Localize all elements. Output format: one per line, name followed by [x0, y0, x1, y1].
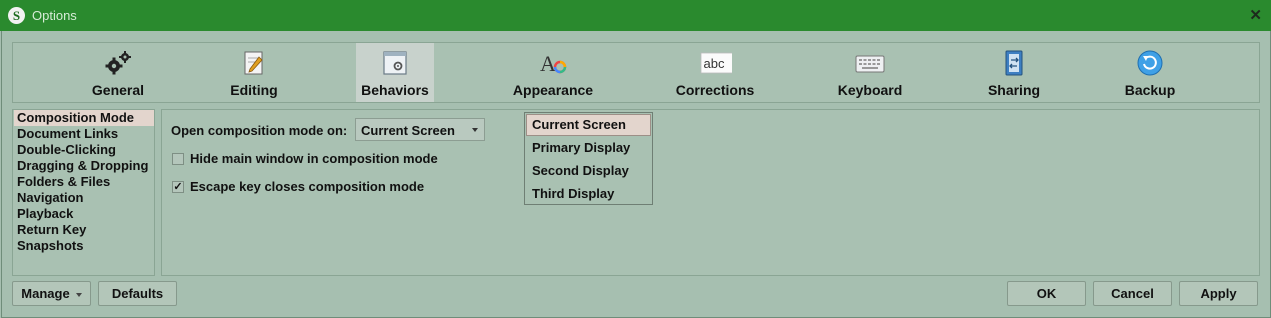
edit-page-icon: [244, 51, 263, 75]
window-gear-icon: [383, 51, 407, 75]
tab-sharing[interactable]: Sharing: [975, 43, 1053, 102]
open-on-dropdown-list: Current Screen Primary Display Second Di…: [524, 112, 653, 205]
abc-spelling-icon: abc: [700, 52, 732, 74]
font-color-icon: A: [540, 51, 567, 76]
tab-label: Keyboard: [837, 82, 903, 98]
svg-text:A: A: [540, 51, 556, 76]
tab-label: General: [91, 82, 145, 98]
tab-label: Corrections: [675, 82, 755, 98]
sidebar-item-navigation[interactable]: Navigation: [14, 190, 154, 206]
dropdown-option-current-screen[interactable]: Current Screen: [526, 114, 651, 136]
close-icon[interactable]: ✕: [1249, 6, 1262, 24]
tab-label: Backup: [1124, 82, 1176, 98]
tab-appearance[interactable]: A Appearance: [509, 43, 597, 102]
tab-label: Editing: [230, 82, 278, 98]
window-title: Options: [32, 8, 77, 23]
dropdown-option-third-display[interactable]: Third Display: [526, 183, 651, 205]
manage-button[interactable]: Manage: [12, 281, 91, 306]
chevron-down-icon: [472, 128, 478, 132]
cancel-button[interactable]: Cancel: [1093, 281, 1172, 306]
apply-button[interactable]: Apply: [1179, 281, 1258, 306]
hide-main-window-checkbox[interactable]: [172, 153, 184, 165]
open-on-value: Current Screen: [361, 123, 455, 138]
open-on-label: Open composition mode on:: [171, 123, 348, 138]
escape-closes-label: Escape key closes composition mode: [190, 179, 425, 194]
ok-button[interactable]: OK: [1007, 281, 1086, 306]
sidebar-item-snapshots[interactable]: Snapshots: [14, 238, 154, 254]
dropdown-option-primary-display[interactable]: Primary Display: [526, 137, 651, 159]
tab-editing[interactable]: Editing: [215, 43, 293, 102]
sidebar-item-document-links[interactable]: Document Links: [14, 126, 154, 142]
category-toolbar: General Editing Behaviors A Appearance a…: [12, 42, 1260, 103]
sidebar-item-return-key[interactable]: Return Key: [14, 222, 154, 238]
hide-main-window-label: Hide main window in composition mode: [190, 151, 438, 166]
sharing-icon: [1005, 50, 1023, 76]
dropdown-option-second-display[interactable]: Second Display: [526, 160, 651, 182]
sidebar-item-folders-files[interactable]: Folders & Files: [14, 174, 154, 190]
manage-label: Manage: [21, 286, 70, 301]
tab-backup[interactable]: Backup: [1111, 43, 1189, 102]
chevron-down-icon: [75, 292, 82, 297]
defaults-button[interactable]: Defaults: [98, 281, 177, 306]
behavior-category-list: Composition Mode Document Links Double-C…: [12, 109, 155, 276]
svg-text:abc: abc: [704, 56, 725, 71]
escape-closes-checkbox[interactable]: ✓: [172, 181, 184, 193]
tab-general[interactable]: General: [79, 43, 157, 102]
tab-label: Behaviors: [361, 82, 429, 98]
title-bar[interactable]: S Options ✕: [0, 0, 1271, 31]
sidebar-item-dragging-dropping[interactable]: Dragging & Dropping: [14, 158, 154, 174]
tab-corrections[interactable]: abc Corrections: [675, 43, 755, 102]
tab-label: Appearance: [512, 82, 594, 98]
tab-keyboard[interactable]: Keyboard: [831, 43, 909, 102]
sidebar-item-double-clicking[interactable]: Double-Clicking: [14, 142, 154, 158]
app-icon: S: [8, 7, 25, 24]
keyboard-icon: [855, 55, 885, 73]
tab-label: Sharing: [987, 82, 1041, 98]
sidebar-item-composition-mode[interactable]: Composition Mode: [14, 110, 154, 126]
tab-behaviors[interactable]: Behaviors: [356, 43, 434, 102]
gears-icon: [105, 51, 131, 75]
sidebar-item-playback[interactable]: Playback: [14, 206, 154, 222]
open-on-select[interactable]: Current Screen: [355, 118, 485, 141]
backup-icon: [1137, 50, 1163, 76]
